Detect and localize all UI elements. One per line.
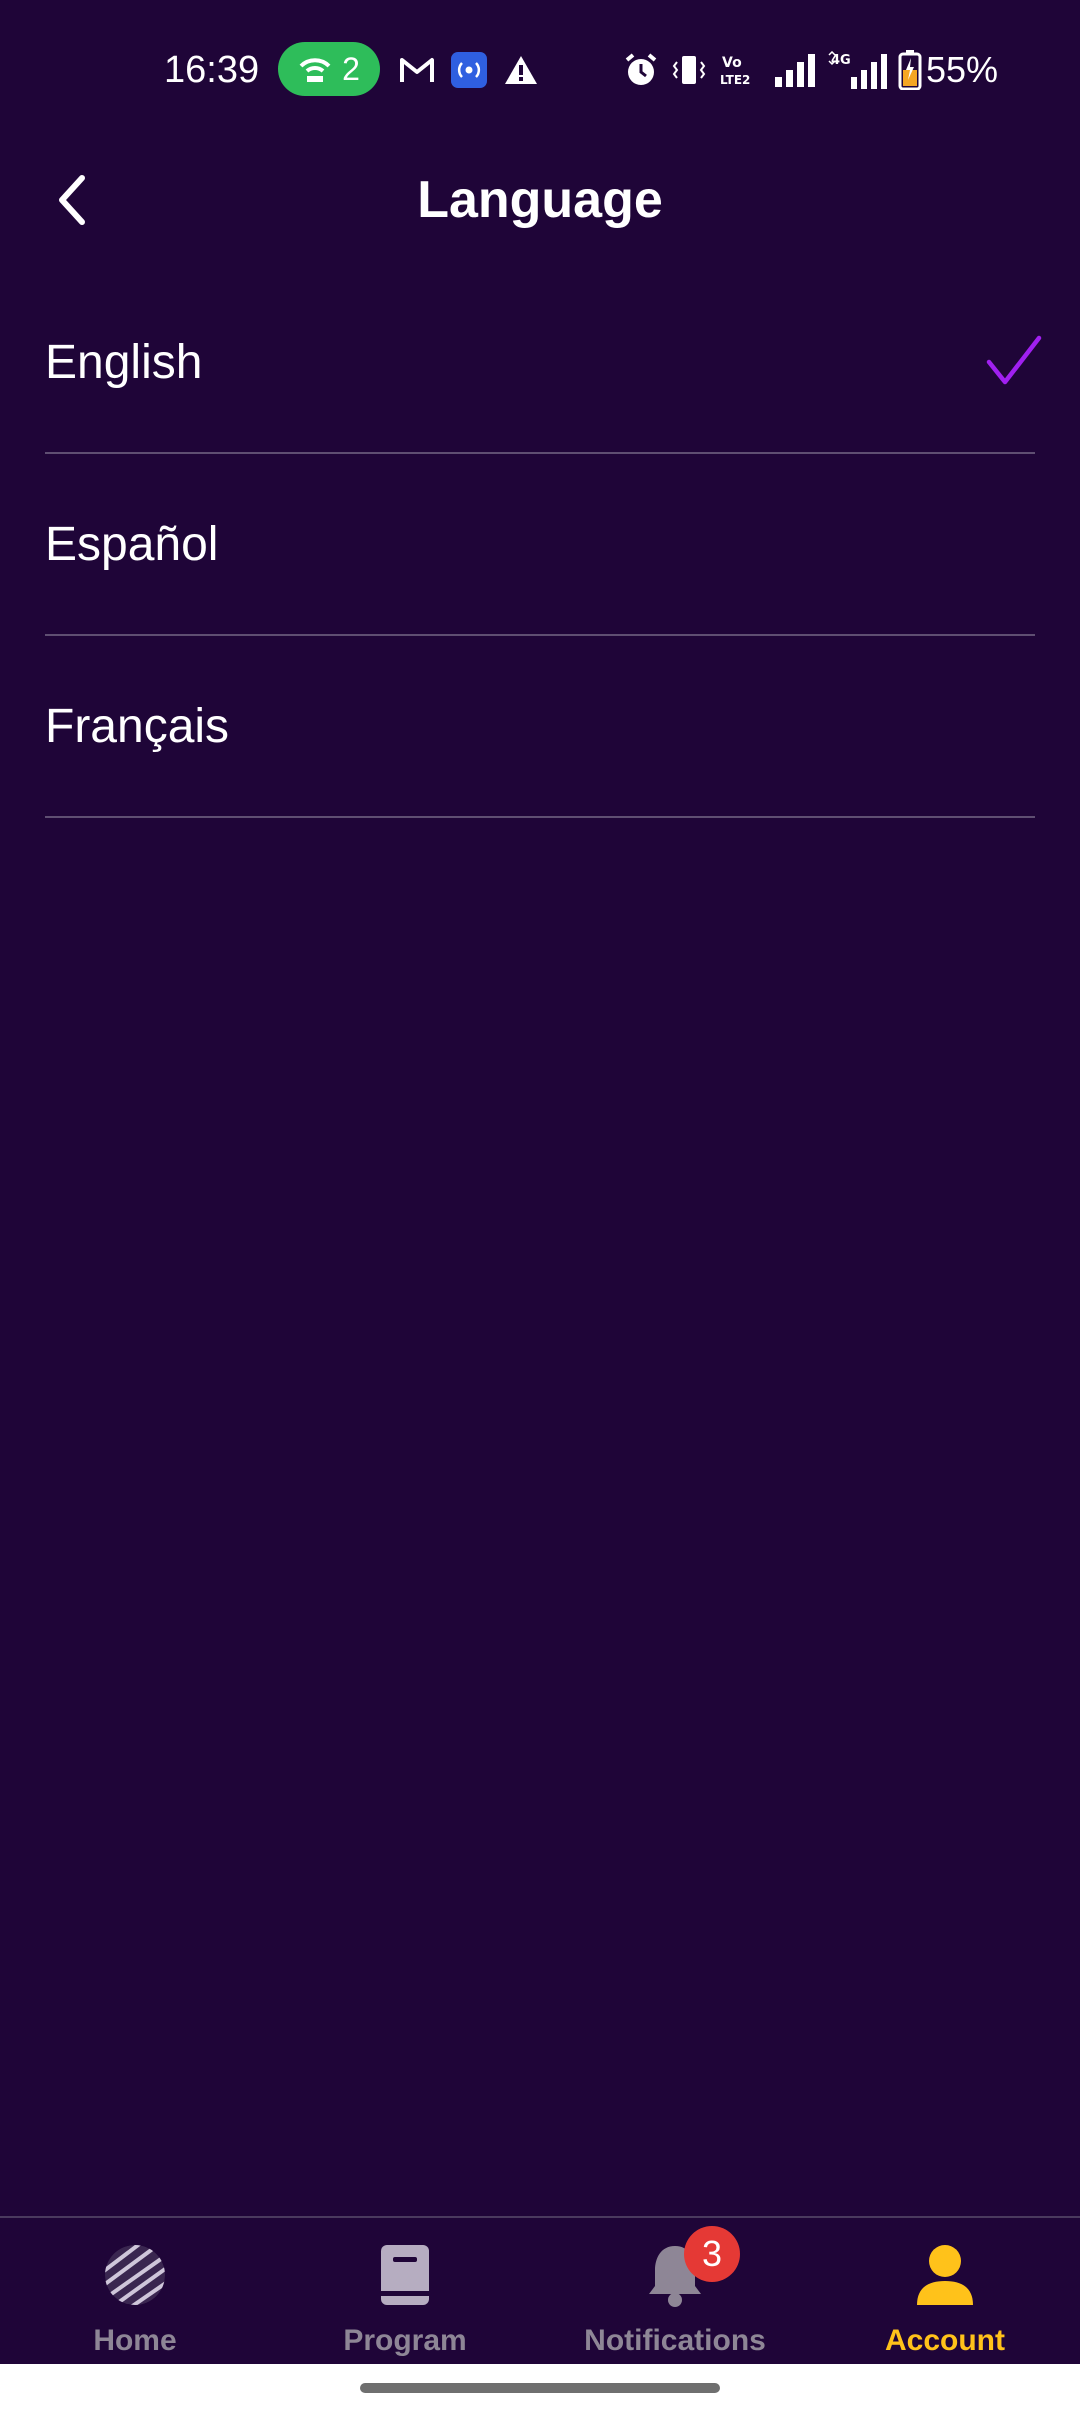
alarm-icon: [622, 50, 660, 90]
gmail-icon: [398, 50, 436, 90]
hotspot-count: 2: [342, 50, 360, 87]
nav-label-notifications: Notifications: [584, 2324, 766, 2357]
language-label: English: [45, 335, 203, 389]
nav-label-home: Home: [93, 2324, 177, 2357]
warning-icon: [502, 50, 540, 90]
nav-home[interactable]: Home: [0, 2218, 270, 2366]
hotspot-icon: [299, 58, 331, 82]
battery-percent: 55%: [926, 49, 999, 90]
language-list: English Español Français: [45, 272, 1042, 818]
battery-icon: [896, 50, 924, 90]
person-icon: [910, 2240, 980, 2310]
language-option-francais[interactable]: Français: [45, 636, 1035, 818]
checkmark-icon: [986, 335, 1042, 385]
nav-label-program: Program: [343, 2324, 467, 2357]
home-indicator[interactable]: [360, 2383, 720, 2393]
language-screen: 16:39 2 Vo LTE2 4G 55% Language English …: [0, 0, 1080, 2412]
gesture-bar: [0, 2364, 1080, 2412]
language-option-english[interactable]: English: [45, 272, 1042, 454]
language-label: Français: [45, 699, 230, 753]
status-time: 16:39: [164, 49, 260, 91]
globe-icon: [100, 2240, 170, 2310]
svg-text:Vo: Vo: [722, 55, 742, 71]
volte-icon: Vo LTE2: [720, 50, 758, 90]
signal-icon: [772, 50, 818, 90]
language-label: Español: [45, 517, 219, 571]
book-icon: [370, 2240, 440, 2310]
svg-text:4G: 4G: [831, 53, 851, 68]
radio-icon: [450, 50, 488, 90]
nav-notifications[interactable]: Notifications: [540, 2218, 810, 2366]
notification-badge: 3: [684, 2226, 740, 2282]
header: Language: [0, 140, 1080, 260]
nav-program[interactable]: Program: [270, 2218, 540, 2366]
page-title: Language: [417, 171, 663, 229]
bottom-navigation: Home Program Notifications Account: [0, 2216, 1080, 2366]
language-option-espanol[interactable]: Español: [45, 454, 1035, 636]
svg-text:LTE2: LTE2: [720, 73, 750, 87]
signal-4g-icon: 4G: [826, 50, 892, 90]
nav-label-account: Account: [885, 2324, 1005, 2357]
vibrate-icon: [670, 50, 708, 90]
nav-account[interactable]: Account: [810, 2218, 1080, 2366]
status-bar: 16:39 2 Vo LTE2 4G 55%: [0, 0, 1080, 140]
hotspot-indicator: 2: [278, 42, 380, 96]
